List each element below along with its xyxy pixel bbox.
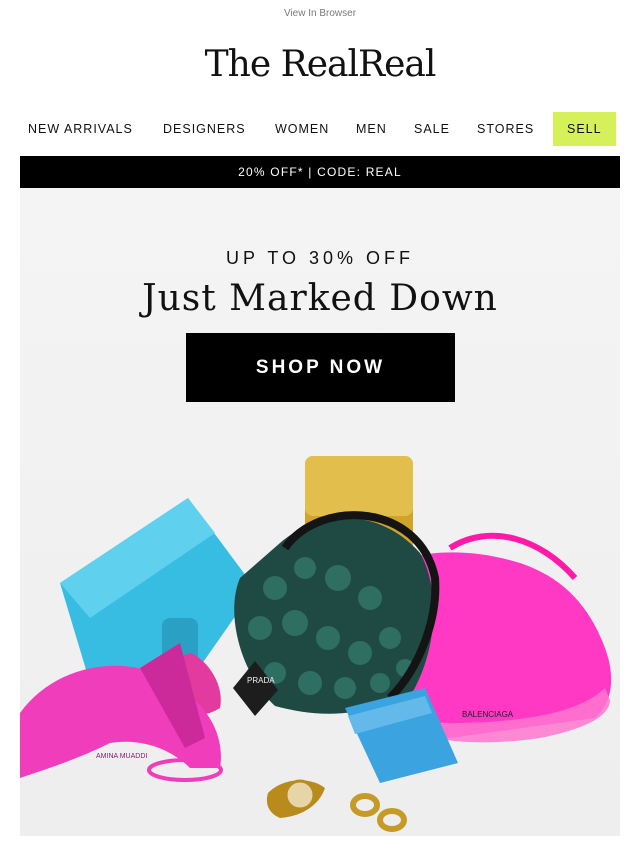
nav-new-arrivals[interactable]: NEW ARRIVALS: [28, 112, 133, 146]
heel-brand-label: AMINA MUADDI: [96, 753, 147, 760]
gold-watch-image: [266, 779, 325, 818]
view-in-browser-link[interactable]: View In Browser: [0, 8, 640, 19]
prada-plate-label: PRADA: [247, 676, 275, 685]
shop-now-button[interactable]: SHOP NOW: [186, 333, 455, 402]
sneaker-brand-label: BALENCIAGA: [462, 710, 514, 719]
gold-earrings-image: [350, 793, 407, 832]
sequin-bag-image: [233, 511, 440, 716]
brand-logo[interactable]: The RealReal: [0, 44, 640, 85]
nav-sell-button[interactable]: SELL: [553, 112, 616, 146]
hero-title: Just Marked Down: [142, 278, 498, 319]
nav-stores[interactable]: STORES: [477, 112, 534, 146]
products-image: BALENCIAGA PRADA AMINA MUADDI: [20, 456, 612, 832]
hero-kicker: UP TO 30% OFF: [225, 248, 415, 268]
hero-banner[interactable]: UP TO 30% OFF Just Marked Down SHOP NOW: [20, 188, 620, 836]
nav-designers[interactable]: DESIGNERS: [163, 112, 246, 146]
nav-women[interactable]: WOMEN: [275, 112, 329, 146]
main-nav: NEW ARRIVALS DESIGNERS WOMEN MEN SALE ST…: [20, 112, 620, 146]
nav-sale[interactable]: SALE: [414, 112, 450, 146]
promo-banner[interactable]: 20% OFF* | CODE: REAL: [20, 156, 620, 188]
nav-men[interactable]: MEN: [356, 112, 387, 146]
